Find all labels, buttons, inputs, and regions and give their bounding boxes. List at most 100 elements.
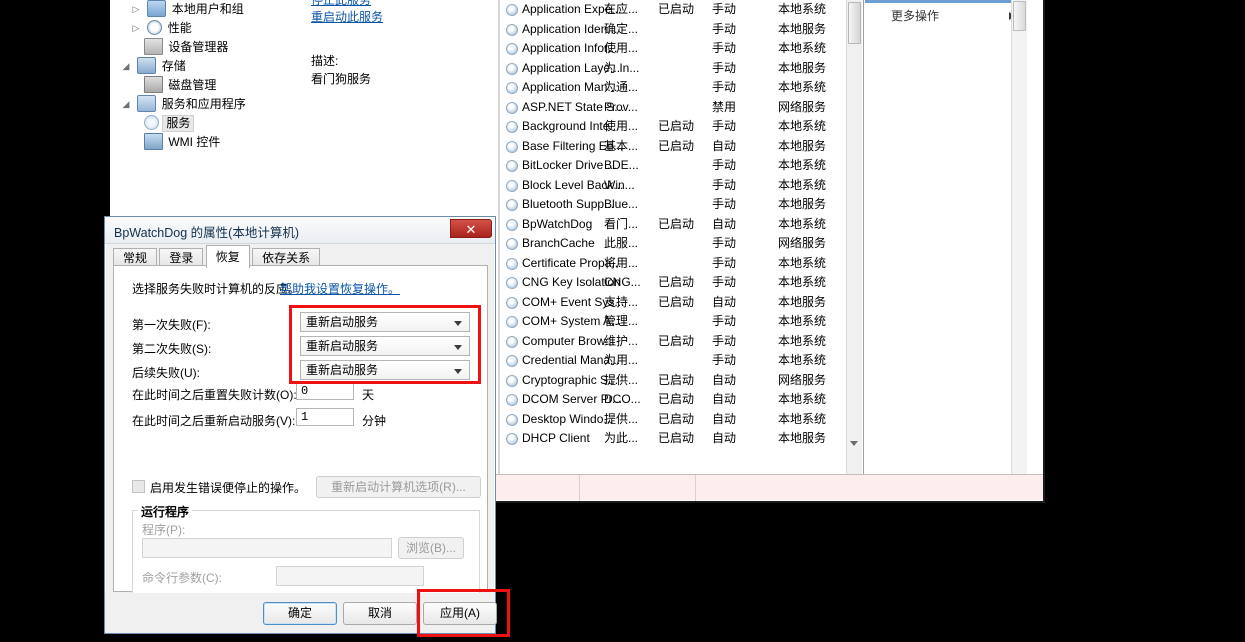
scroll-down-icon[interactable] [850, 441, 858, 446]
service-startup-type: 手动 [712, 236, 737, 250]
tree-item-device-manager[interactable]: 设备管理器 [110, 38, 297, 57]
restart-service-link[interactable]: 重启动此服务 [311, 8, 383, 25]
description-label: 描述: [311, 54, 339, 68]
service-row[interactable]: Computer Brow... 维护... 已启动 手动 本地系统 [500, 332, 863, 352]
service-row[interactable]: Application Iden... 确定... 手动 本地服务 [500, 20, 863, 40]
chevron-down-icon [454, 321, 462, 326]
service-log-on-as: 网络服务 [778, 236, 827, 250]
tab-recovery[interactable]: 恢复 [205, 245, 250, 268]
service-row[interactable]: ASP.NET State S... Prov... 禁用 网络服务 [500, 98, 863, 118]
service-log-on-as: 本地服务 [778, 294, 827, 309]
service-row[interactable]: Block Level Back... Win... 手动 本地系统 [500, 176, 863, 196]
service-startup-type: 自动 [712, 392, 737, 406]
subsequent-failure-select[interactable]: 重新启动服务 [300, 360, 470, 380]
services-list-scrollbar[interactable] [846, 0, 862, 474]
service-log-on-as: 本地服务 [778, 60, 827, 75]
reset-fail-count-input[interactable]: 0 [296, 382, 354, 400]
service-gear-icon [506, 433, 518, 445]
service-gear-icon [144, 115, 159, 131]
tree-item-disk-management[interactable]: 磁盘管理 [110, 76, 297, 95]
service-row[interactable]: COM+ Event Sys... 支持... 已启动 自动 本地服务 [500, 293, 863, 313]
expander-icon[interactable]: ▷ [128, 0, 144, 19]
run-program-group-title: 运行程序 [138, 503, 193, 520]
service-log-on-as: 本地系统 [778, 158, 827, 172]
restart-computer-options-button[interactable]: 重新启动计算机选项(R)... [316, 476, 481, 498]
service-log-on-as: 本地系统 [778, 216, 827, 231]
dialog-tabs[interactable]: 常规 登录 恢复 依存关系 [113, 245, 321, 268]
tree-item-label: 服务 [162, 115, 195, 133]
expander-icon[interactable]: ◢ [118, 95, 134, 114]
service-row[interactable]: Application Expe... 在应... 已启动 手动 本地系统 [500, 0, 863, 20]
subsequent-failure-value: 重新启动服务 [306, 363, 379, 377]
recovery-intro-text: 选择服务失败时计算机的反应。 [132, 282, 301, 296]
cancel-button[interactable]: 取消 [343, 602, 417, 625]
service-row[interactable]: Certificate Propa... 将用... 手动 本地系统 [500, 254, 863, 274]
service-log-on-as: 网络服务 [778, 99, 827, 114]
expander-icon[interactable]: ▷ [128, 19, 144, 38]
tree-item-storage[interactable]: ◢ 存储 [110, 57, 297, 76]
scrollbar-thumb[interactable] [848, 2, 861, 44]
service-log-on-as: 本地系统 [778, 353, 827, 367]
storage-icon [137, 57, 157, 75]
tree-item-local-users[interactable]: ▷ 本地用户和组 [110, 0, 297, 19]
first-failure-select[interactable]: 重新启动服务 [300, 312, 470, 332]
service-row[interactable]: COM+ System A... 管理... 手动 本地系统 [500, 312, 863, 332]
second-failure-value: 重新启动服务 [306, 339, 379, 353]
stop-service-link[interactable]: 停止此服务 [311, 0, 371, 8]
tree-item-services-and-applications[interactable]: ◢ 服务和应用程序 [110, 95, 297, 114]
dialog-titlebar[interactable]: BpWatchDog 的属性(本地计算机) ✕ [105, 217, 495, 244]
service-log-on-as: 本地服务 [778, 197, 827, 211]
service-status: 已启动 [658, 119, 695, 133]
command-line-params-input[interactable] [276, 566, 424, 586]
reset-fail-count-value: 0 [301, 384, 309, 398]
tree-item-services[interactable]: 服务 [110, 114, 297, 133]
ok-button[interactable]: 确定 [263, 602, 337, 625]
service-startup-type: 手动 [712, 255, 737, 270]
services-list[interactable]: Application Expe... 在应... 已启动 手动 本地系统 Applica… [500, 0, 864, 474]
service-startup-type: 手动 [712, 80, 737, 94]
restart-service-after-input[interactable]: 1 [296, 408, 354, 426]
tree-item-wmi-control[interactable]: WMI 控件 [110, 133, 297, 152]
service-row[interactable]: BitLocker Drive ... BDE... 手动 本地系统 [500, 156, 863, 176]
service-row[interactable]: Application Man... 为通... 手动 本地系统 [500, 78, 863, 98]
service-row[interactable]: CNG Key Isolation CNG... 已启动 手动 本地系统 [500, 273, 863, 293]
tree-item-performance[interactable]: ▷ 性能 [110, 19, 297, 38]
service-gear-icon [506, 179, 518, 192]
service-row[interactable]: Cryptographic S... 提供... 已启动 自动 网络服务 [500, 371, 863, 391]
program-input[interactable] [142, 538, 392, 558]
service-row[interactable]: Application Infor... 使用... 手动 本地系统 [500, 39, 863, 59]
service-log-on-as: 本地服务 [778, 138, 827, 153]
service-row[interactable]: BpWatchDog 看门... 已启动 自动 本地系统 [500, 215, 863, 235]
service-row[interactable]: Base Filtering En... 基本... 已启动 自动 本地服务 [500, 137, 863, 157]
service-gear-icon [506, 23, 518, 36]
action-more-actions[interactable]: 更多操作 [865, 5, 1027, 27]
service-row[interactable]: BranchCache 此服... 手动 网络服务 [500, 234, 863, 254]
close-icon[interactable]: ✕ [450, 219, 492, 238]
service-row[interactable]: Application Laye... 为 In... 手动 本地服务 [500, 59, 863, 79]
service-startup-type: 手动 [712, 353, 737, 367]
scrollbar-thumb[interactable] [1013, 1, 1026, 31]
service-startup-type: 手动 [712, 60, 737, 75]
expander-icon[interactable]: ◢ [118, 57, 134, 76]
service-row[interactable]: Desktop Windo... 提供... 已启动 自动 本地系统 [500, 410, 863, 430]
service-row[interactable]: Bluetooth Supp... Blue... 手动 本地服务 [500, 195, 863, 215]
service-gear-icon [506, 335, 518, 348]
service-startup-type: 自动 [712, 216, 737, 231]
apply-button[interactable]: 应用(A) [423, 602, 497, 625]
service-row[interactable]: Background Inte... 使用... 已启动 手动 本地系统 [500, 117, 863, 137]
recovery-tab-panel: 选择服务失败时计算机的反应。 帮助我设置恢复操作。 第一次失败(F): 重新启动… [113, 265, 488, 620]
recovery-help-link[interactable]: 帮助我设置恢复操作。 [280, 280, 400, 297]
service-row[interactable]: DCOM Server Pr... DCO... 已启动 自动 本地系统 [500, 390, 863, 410]
service-row[interactable]: Credential Mana... 为用... 手动 本地系统 [500, 351, 863, 371]
disk-management-icon [144, 76, 163, 94]
chevron-down-icon [454, 369, 462, 374]
service-startup-type: 禁用 [712, 99, 737, 114]
enable-stop-on-error-checkbox[interactable] [132, 480, 145, 493]
second-failure-select[interactable]: 重新启动服务 [300, 336, 470, 356]
browse-button[interactable]: 浏览(B)... [398, 537, 464, 559]
actions-pane-scrollbar[interactable] [1011, 0, 1027, 474]
second-failure-label: 第二次失败(S): [132, 342, 212, 356]
service-gear-icon [506, 62, 518, 75]
service-description: 为此... [604, 431, 639, 445]
service-row[interactable]: DHCP Client 为此... 已启动 自动 本地服务 [500, 429, 863, 449]
